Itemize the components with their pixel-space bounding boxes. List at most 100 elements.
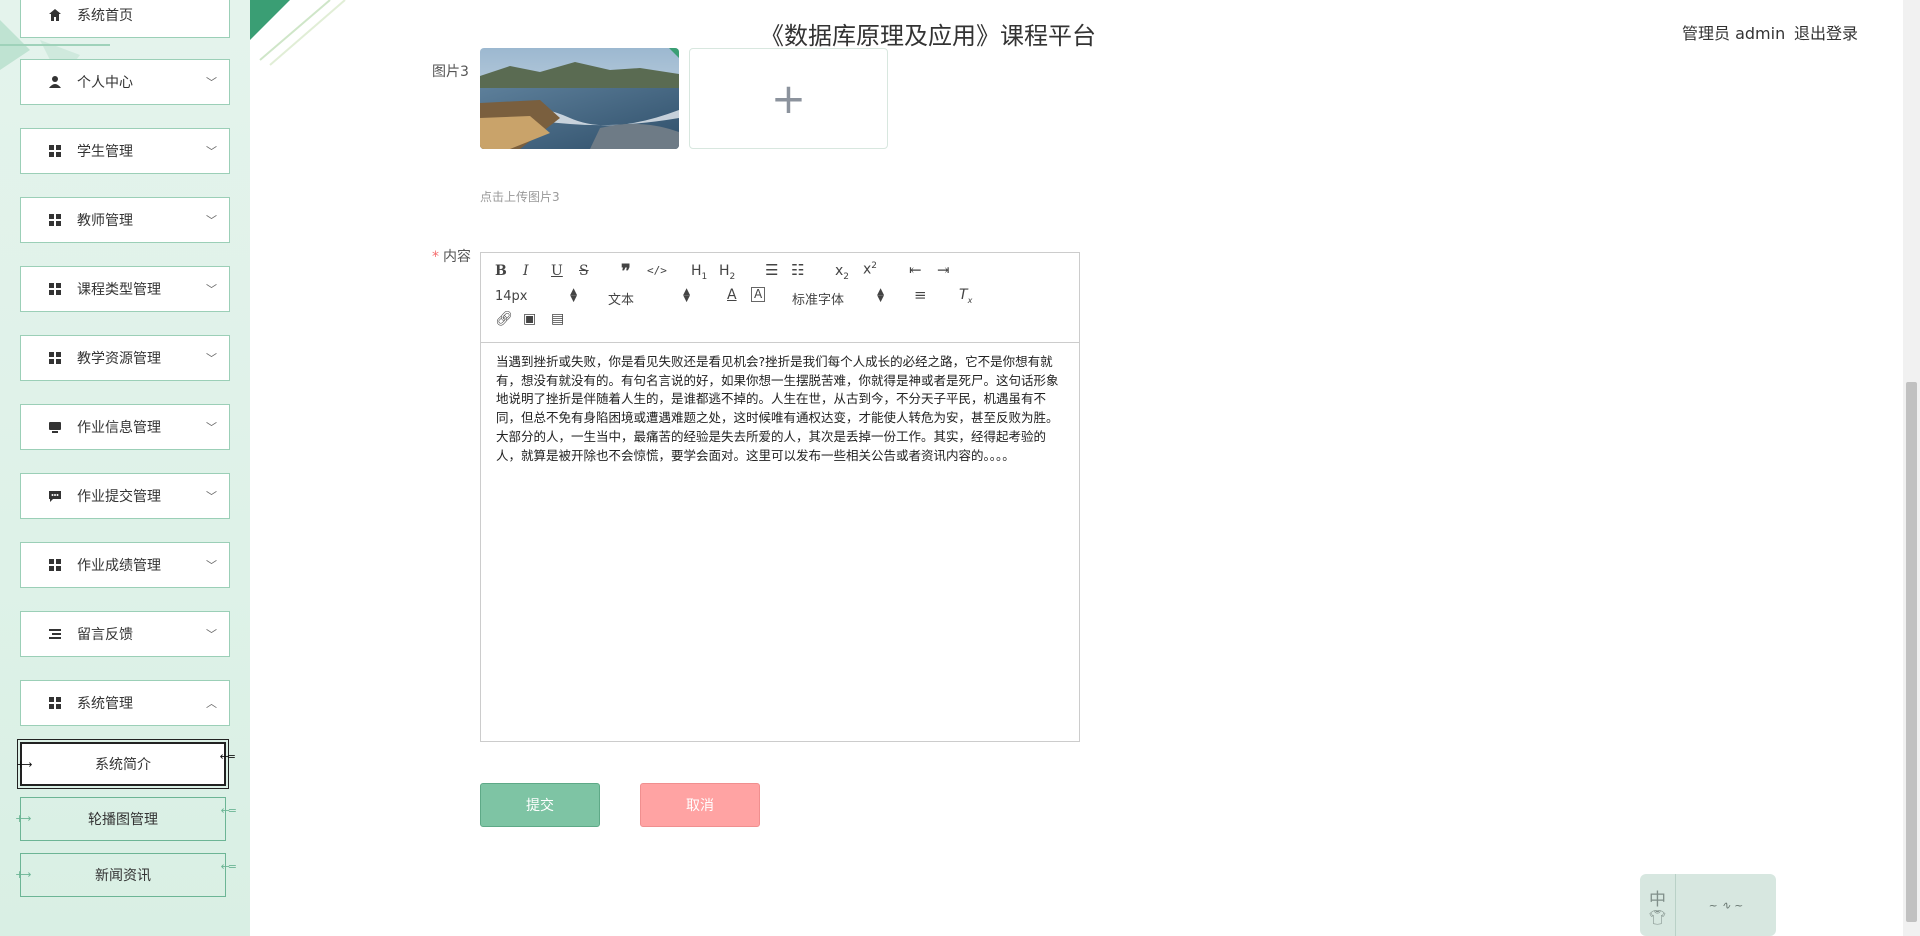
heading2-icon[interactable]: H2 — [719, 263, 735, 282]
chevron-down-icon: ﹀ — [206, 628, 217, 641]
ime-widget[interactable]: 中 👕︎ ~ ∿ ~ — [1640, 874, 1776, 936]
image3-label: 图片3 — [432, 64, 469, 80]
arrow-right-icon: +→ — [15, 868, 32, 881]
sidebar-subitem-label: 新闻资讯 — [95, 868, 151, 884]
image-icon[interactable]: ▣ — [523, 311, 536, 327]
sidebar-item-9[interactable]: 留言反馈 ﹀ — [20, 611, 230, 657]
scrollbar-thumb[interactable] — [1906, 382, 1917, 922]
sidebar-subitem-label: 轮播图管理 — [88, 812, 158, 828]
subscript-icon[interactable]: x2 — [835, 263, 849, 282]
page-title: 《数据库原理及应用》课程平台 — [760, 22, 1096, 50]
sidebar-item-label: 系统首页 — [77, 8, 133, 24]
sidebar-item-1[interactable]: 个人中心 ﹀ — [20, 59, 230, 105]
sidebar-item-label: 作业提交管理 — [77, 489, 161, 505]
sidebar-item-label: 教学资源管理 — [77, 351, 161, 367]
chevron-down-icon: ﹀ — [206, 421, 217, 434]
ime-mode[interactable]: 中 👕︎ — [1640, 874, 1676, 936]
chevron-down-icon: ﹀ — [206, 76, 217, 89]
outdent-icon[interactable]: ⇤ — [909, 261, 922, 279]
sidebar-subitem-0[interactable]: +→ 系统简介 ←= — [16, 739, 236, 789]
arrow-left-icon: ←= — [219, 750, 237, 763]
ordered-list-icon[interactable]: ☰ — [765, 261, 778, 279]
sidebar-subitem-label: 系统简介 — [95, 757, 151, 773]
chevron-down-icon: ﹀ — [206, 559, 217, 572]
header-decoration — [250, 0, 346, 66]
monitor-icon — [47, 419, 63, 435]
link-icon[interactable]: 🔗︎ — [495, 311, 513, 327]
code-block-icon[interactable]: </> — [647, 264, 667, 277]
current-user: 管理员 admin — [1682, 24, 1786, 43]
grid-icon — [47, 212, 63, 228]
clear-format-icon[interactable]: Tx — [959, 287, 972, 305]
background-color-icon[interactable]: A — [751, 287, 766, 302]
sidebar-item-6[interactable]: 作业信息管理 ﹀ — [20, 404, 230, 450]
bullet-list-icon[interactable]: ☷ — [791, 261, 804, 279]
arrow-left-icon: ←= — [220, 804, 238, 817]
sidebar-item-label: 教师管理 — [77, 213, 133, 229]
indent-icon[interactable]: ⇥ — [937, 261, 950, 279]
home-icon — [47, 7, 63, 23]
align-icon[interactable]: ≡ — [914, 286, 927, 304]
underline-icon[interactable]: U — [551, 263, 563, 279]
font-color-icon[interactable]: A — [727, 287, 737, 303]
blockquote-icon[interactable]: ❞ — [621, 261, 631, 282]
editor-toolbar: B I U S ❞ </> H1 H2 ☰ ☷ x2 x2 ⇤ ⇥ 14px ▲ ▼… — [481, 253, 1079, 343]
sidebar-item-4[interactable]: 课程类型管理 ﹀ — [20, 266, 230, 312]
sidebar-item-2[interactable]: 学生管理 ﹀ — [20, 128, 230, 174]
sidebar-item-label: 个人中心 — [77, 75, 133, 91]
chat-icon — [47, 488, 63, 504]
list-icon — [47, 626, 63, 642]
sidebar-item-label: 作业成绩管理 — [77, 558, 161, 574]
logout-link[interactable]: 退出登录 — [1794, 20, 1858, 44]
submit-button[interactable]: 提交 — [480, 783, 600, 827]
sidebar-item-0[interactable]: 系统首页 — [20, 0, 230, 38]
content-label: * 内容 — [432, 249, 471, 265]
sidebar-item-label: 系统管理 — [77, 696, 133, 712]
sidebar-item-label: 作业信息管理 — [77, 420, 161, 436]
chevron-down-icon: ﹀ — [206, 490, 217, 503]
chevron-down-icon: ﹀ — [206, 352, 217, 365]
sidebar-item-label: 学生管理 — [77, 144, 133, 160]
arrow-right-icon: +→ — [16, 758, 33, 771]
strikethrough-icon[interactable]: S — [579, 263, 589, 279]
arrow-right-icon: +→ — [15, 812, 32, 825]
page-scrollbar[interactable] — [1903, 0, 1920, 936]
sidebar-subitem-2[interactable]: +→ 新闻资讯 ←= — [15, 853, 237, 897]
grid-icon — [47, 350, 63, 366]
chevron-up-icon: ︿ — [206, 697, 217, 710]
user-icon — [47, 74, 63, 90]
sidebar-item-8[interactable]: 作业成绩管理 ﹀ — [20, 542, 230, 588]
block-format-select[interactable]: 文本 ▲ ▼ — [608, 288, 690, 309]
required-mark: * — [432, 249, 439, 265]
arrow-left-icon: ←= — [220, 860, 238, 873]
coast-photo — [480, 48, 679, 149]
video-icon[interactable]: ▤ — [551, 311, 564, 327]
sidebar-item-7[interactable]: 作业提交管理 ﹀ — [20, 473, 230, 519]
superscript-icon[interactable]: x2 — [863, 261, 877, 278]
sidebar-item-label: 课程类型管理 — [77, 282, 161, 298]
font-size-select[interactable]: 14px ▲ ▼ — [495, 288, 577, 305]
chevron-down-icon: ﹀ — [206, 283, 217, 296]
shirt-icon: 👕︎ — [1648, 909, 1667, 926]
rich-text-editor[interactable]: B I U S ❞ </> H1 H2 ☰ ☷ x2 x2 ⇤ ⇥ 14px ▲ ▼… — [480, 252, 1080, 742]
image3-thumbnail[interactable] — [480, 48, 679, 149]
image3-upload-tip: 点击上传图片3 — [480, 190, 560, 204]
editor-content[interactable]: 当遇到挫折或失败，你是看见失败还是看见机会?挫折是我们每个人成长的必经之路，它不… — [496, 353, 1068, 465]
sidebar-item-3[interactable]: 教师管理 ﹀ — [20, 197, 230, 243]
image3-upload-button[interactable]: + — [689, 48, 888, 149]
heading1-icon[interactable]: H1 — [691, 263, 707, 282]
grid-icon — [47, 143, 63, 159]
sidebar-item-10[interactable]: 系统管理 ︿ — [20, 680, 230, 726]
grid-icon — [47, 557, 63, 573]
sidebar: 系统首页 个人中心 ﹀ 学生管理 ﹀ 教师管理 ﹀ 课程类型管理 ﹀ 教学资源管理 ﹀ 作业信息管理 ﹀… — [0, 0, 250, 936]
cancel-button[interactable]: 取消 — [640, 783, 760, 827]
chevron-down-icon: ﹀ — [206, 214, 217, 227]
sidebar-item-5[interactable]: 教学资源管理 ﹀ — [20, 335, 230, 381]
grid-icon — [47, 695, 63, 711]
bold-icon[interactable]: B — [495, 263, 507, 279]
font-family-select[interactable]: 标准字体 ▲ ▼ — [792, 288, 884, 309]
sidebar-subitem-1[interactable]: +→ 轮播图管理 ←= — [15, 797, 237, 841]
italic-icon[interactable]: I — [523, 263, 529, 279]
ime-skin-icon: ~ ∿ ~ — [1708, 898, 1744, 912]
sidebar-item-label: 留言反馈 — [77, 627, 133, 643]
